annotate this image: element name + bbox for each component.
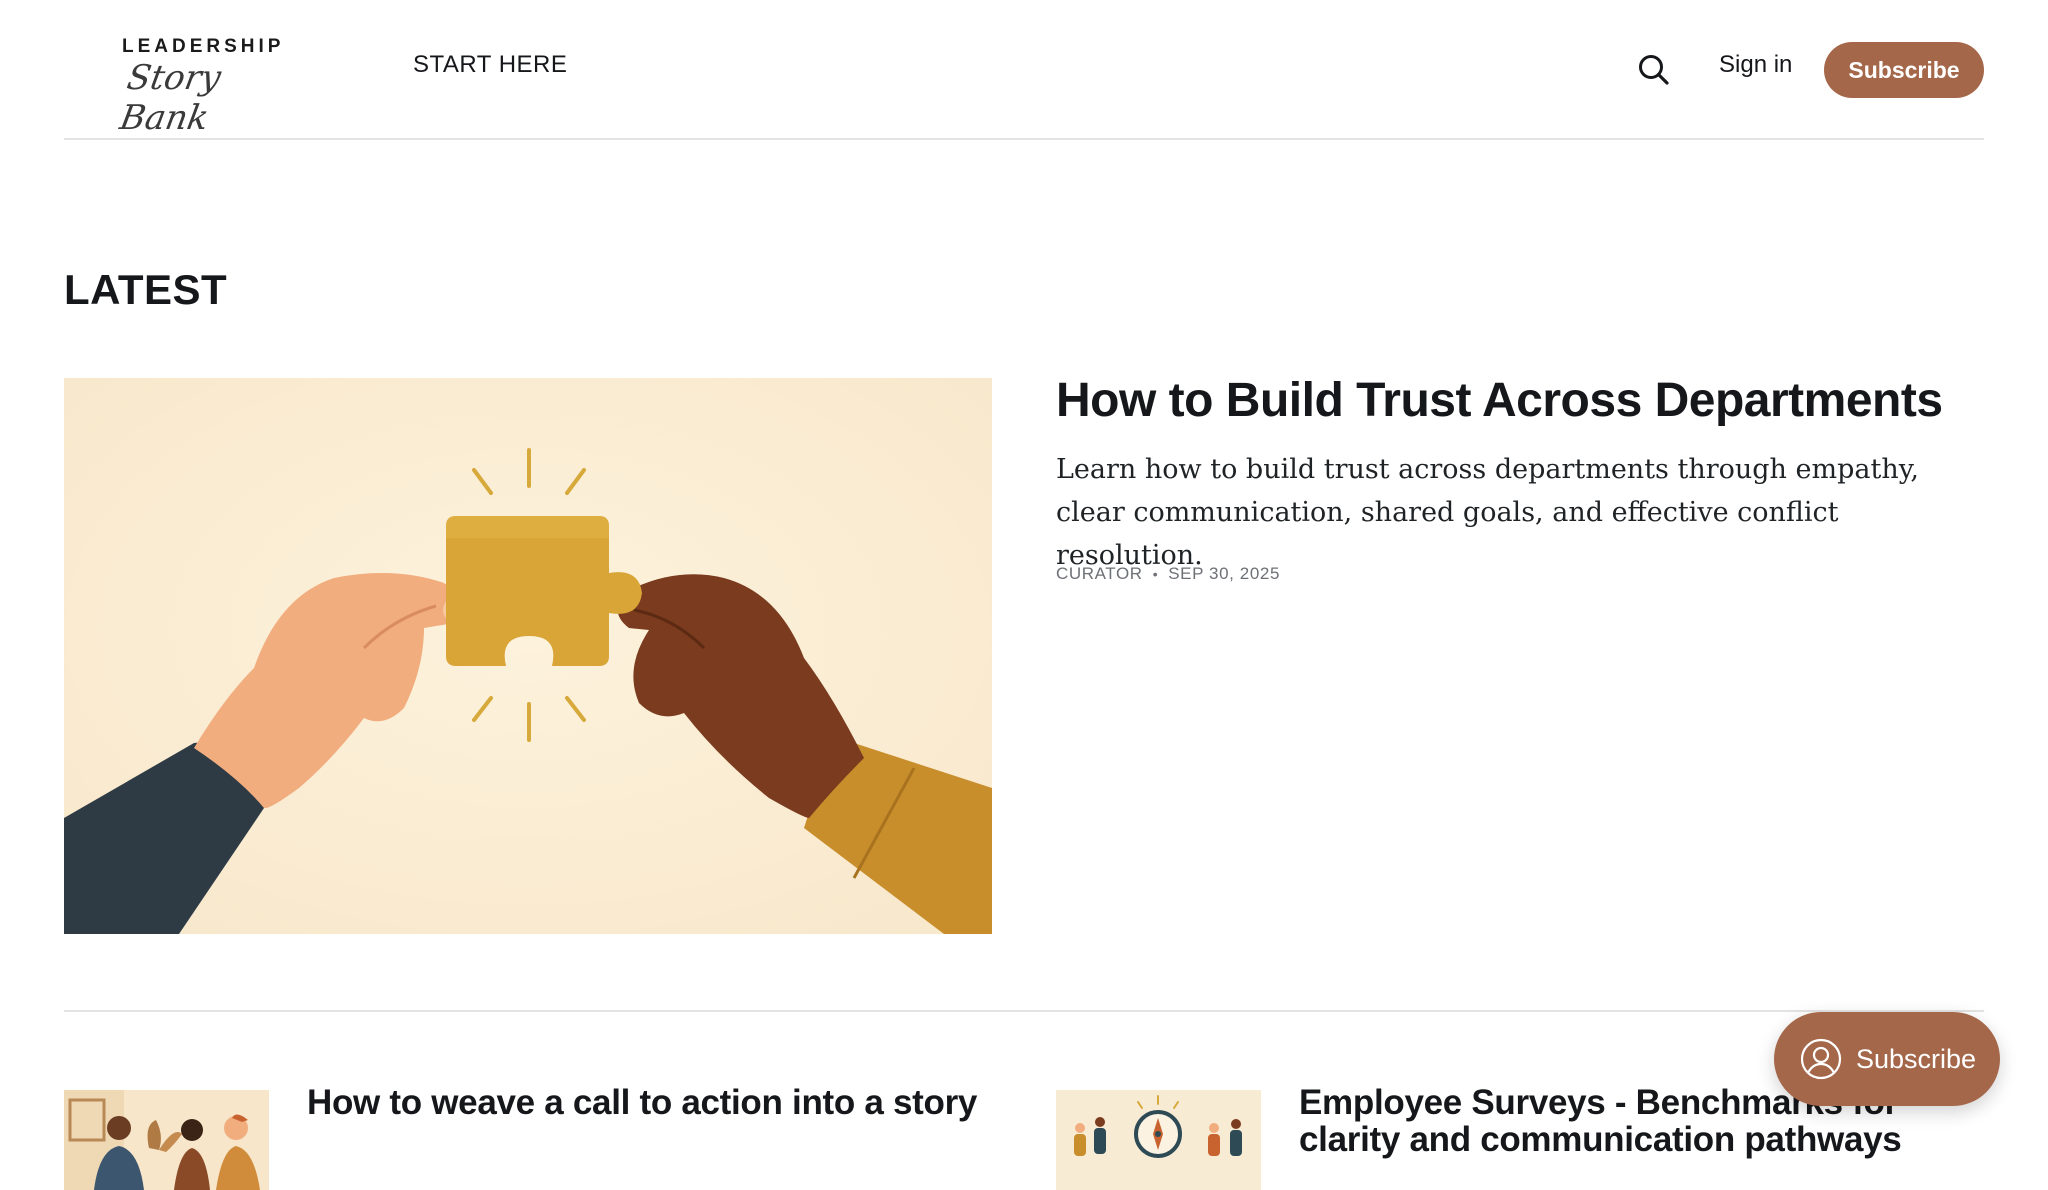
- feature-post-title[interactable]: How to Build Trust Across Departments: [1056, 372, 1956, 430]
- site-header: LEADERSHIP Story Bank START HERE Sign in…: [64, 0, 1984, 140]
- post-date: SEP 30, 2025: [1168, 564, 1281, 583]
- puzzle-hands-illustration: [64, 378, 992, 934]
- team-illustration: [64, 1090, 269, 1190]
- logo-wordmark-top: LEADERSHIP: [122, 36, 285, 57]
- floating-subscribe-label: Subscribe: [1856, 1043, 1977, 1074]
- search-icon: [1639, 55, 1669, 85]
- compass-illustration: [1056, 1090, 1261, 1190]
- user-circle-icon: [1800, 1038, 1842, 1080]
- sign-in-link[interactable]: Sign in: [1719, 51, 1792, 79]
- feature-post-image[interactable]: [64, 378, 992, 934]
- card-2-image[interactable]: [1056, 1090, 1261, 1190]
- card-1-title[interactable]: How to weave a call to action into a sto…: [307, 1084, 987, 1121]
- floating-subscribe-button[interactable]: Subscribe: [1774, 1012, 2000, 1106]
- section-divider: [64, 1010, 1984, 1012]
- logo-wordmark-script: Story Bank: [116, 58, 224, 138]
- subscribe-button[interactable]: Subscribe: [1824, 42, 1984, 98]
- card-1-image[interactable]: [64, 1090, 269, 1190]
- meta-separator: •: [1152, 566, 1159, 582]
- nav-start-here[interactable]: START HERE: [413, 51, 567, 79]
- feature-post-excerpt: Learn how to build trust across departme…: [1056, 454, 1919, 571]
- feature-post-meta: CURATOR • SEP 30, 2025: [1056, 564, 1280, 584]
- section-heading-latest: LATEST: [64, 266, 228, 313]
- search-button[interactable]: [1636, 52, 1672, 88]
- site-logo[interactable]: LEADERSHIP Story Bank: [117, 34, 285, 138]
- post-author[interactable]: CURATOR: [1056, 564, 1143, 584]
